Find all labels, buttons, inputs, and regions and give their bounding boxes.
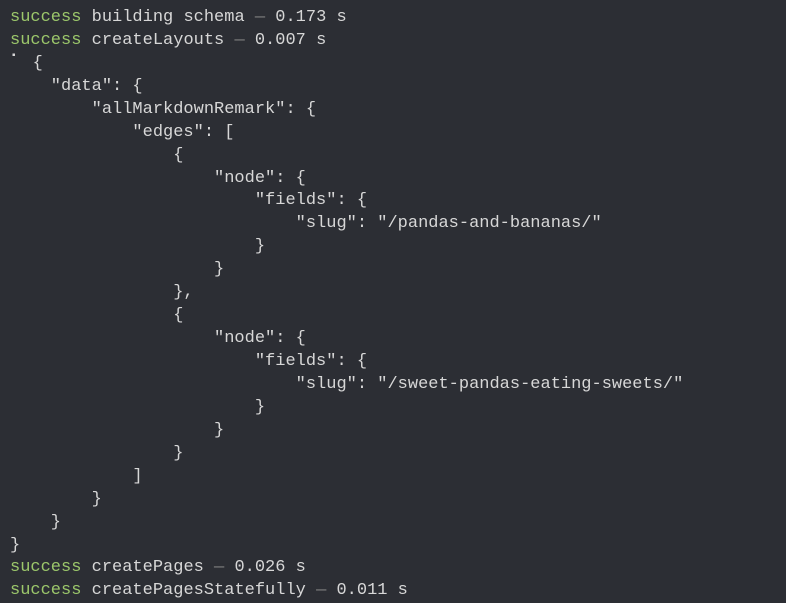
json-line: } (10, 236, 776, 259)
success-label: success (10, 581, 81, 600)
task-time: 0.011 s (326, 581, 408, 600)
sep: — (255, 8, 265, 27)
success-label: success (10, 8, 81, 27)
json-line: } (10, 420, 776, 443)
json-line: } (10, 259, 776, 282)
task-name: createPagesStatefully (81, 581, 316, 600)
json-line: "node": { (10, 328, 776, 351)
json-output-end: } (10, 535, 776, 558)
sep: — (234, 31, 244, 50)
task-name: createPages (81, 558, 214, 577)
task-time: 0.026 s (224, 558, 306, 577)
sep: — (367, 0, 377, 4)
task-time: 0.007 s (245, 31, 327, 50)
json-output-start: ⠁ { (10, 53, 776, 76)
json-brace: { (22, 54, 42, 73)
json-line: "data": { (10, 76, 776, 99)
task-name: createLayouts (81, 31, 234, 50)
json-line: ] (10, 466, 776, 489)
json-line: } (10, 489, 776, 512)
json-line: { (10, 305, 776, 328)
task-time: 0.112 s (377, 0, 459, 4)
json-line: "edges": [ (10, 122, 776, 145)
json-line: } (10, 512, 776, 535)
task-time: 0.173 s (265, 8, 347, 27)
json-line: "slug": "/sweet-pandas-eating-sweets/" (10, 374, 776, 397)
json-line: "fields": { (10, 190, 776, 213)
task-name: source and transform nodes (81, 0, 367, 4)
json-line: } (10, 397, 776, 420)
json-line: "node": { (10, 168, 776, 191)
log-line-building-schema: success building schema — 0.173 s (10, 7, 776, 30)
json-line: }, (10, 282, 776, 305)
json-line: "allMarkdownRemark": { (10, 99, 776, 122)
log-line-create-layouts: success createLayouts — 0.007 s (10, 30, 776, 53)
sep: — (214, 558, 224, 577)
log-line-create-pages: success createPages — 0.026 s (10, 557, 776, 580)
success-label: success (10, 0, 81, 4)
json-line: { (10, 145, 776, 168)
spinner-icon: ⠁ (10, 53, 22, 76)
success-label: success (10, 558, 81, 577)
log-line-source-transform: success source and transform nodes — 0.1… (10, 0, 776, 7)
json-line: "slug": "/pandas-and-bananas/" (10, 213, 776, 236)
log-line-create-pages-statefully: success createPagesStatefully — 0.011 s (10, 580, 776, 603)
task-name: building schema (81, 8, 254, 27)
sep: — (316, 581, 326, 600)
success-label: success (10, 31, 81, 50)
json-line: } (10, 443, 776, 466)
json-line: "fields": { (10, 351, 776, 374)
